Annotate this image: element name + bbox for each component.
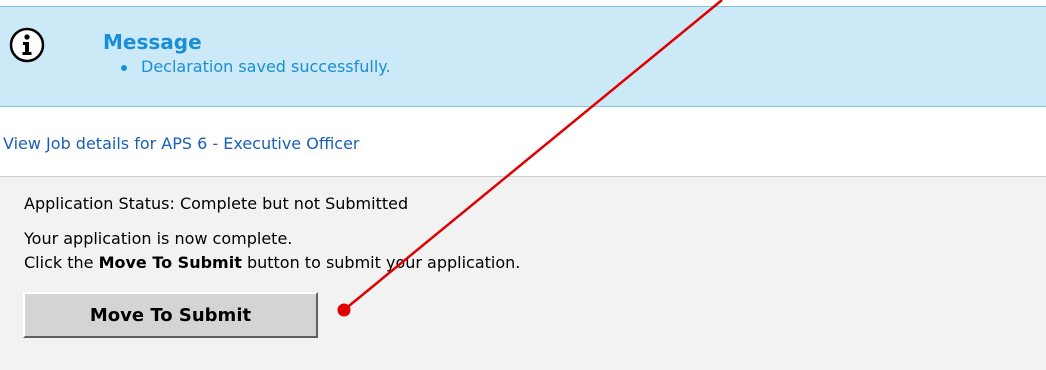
move-to-submit-button[interactable]: Move To Submit — [23, 292, 318, 338]
application-status-text: Application Status: Complete but not Sub… — [24, 194, 409, 213]
instruction-prefix: Click the — [24, 253, 99, 272]
instruction-suffix: button to submit your application. — [241, 253, 521, 272]
instruction-bold: Move To Submit — [98, 253, 242, 272]
application-complete-text: Your application is now complete. — [24, 229, 293, 248]
message-title: Message — [103, 30, 202, 54]
info-icon — [9, 27, 45, 63]
message-item: Declaration saved successfully. — [121, 57, 391, 76]
submit-instruction: Click the Move To Submit button to submi… — [24, 253, 520, 272]
message-list: Declaration saved successfully. — [121, 57, 391, 76]
message-box: Message Declaration saved successfully. — [0, 6, 1046, 107]
view-job-details-link[interactable]: View Job details for APS 6 - Executive O… — [3, 134, 360, 153]
application-status-panel: Application Status: Complete but not Sub… — [0, 176, 1046, 370]
